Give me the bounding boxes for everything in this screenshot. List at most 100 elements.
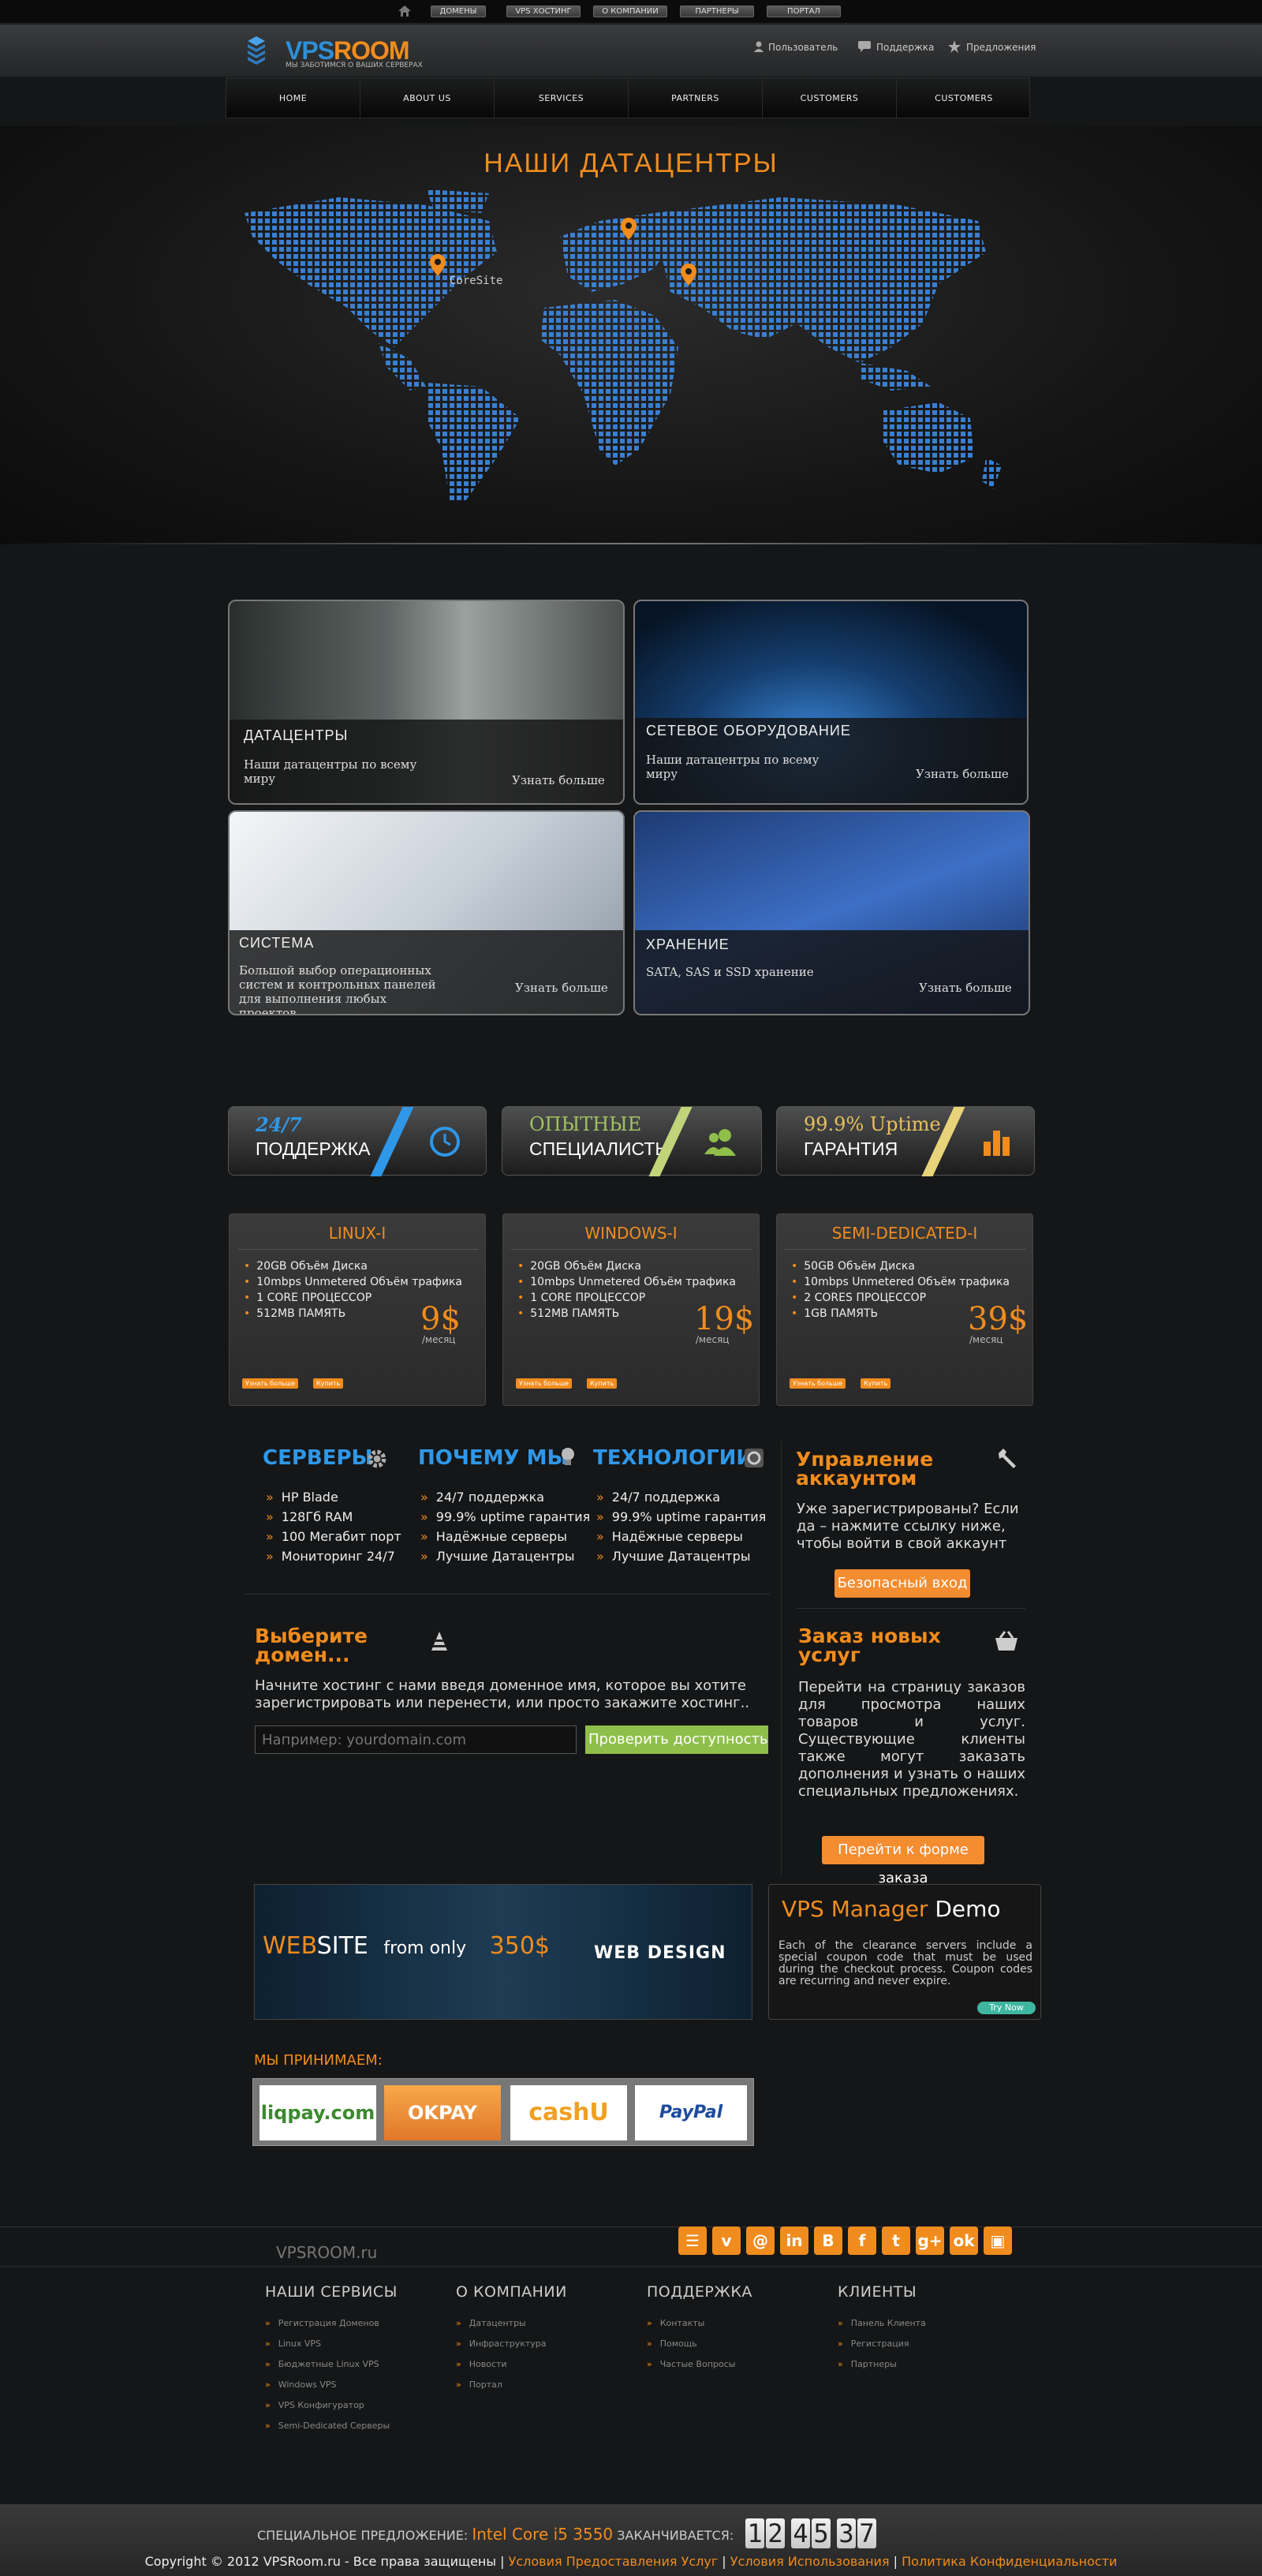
- nav-customers[interactable]: CUSTOMERS: [763, 78, 897, 119]
- footer-link[interactable]: » Регистрация: [838, 2339, 926, 2349]
- check-availability-button[interactable]: Проверить доступность: [585, 1725, 768, 1754]
- feature-system[interactable]: СИСТЕМА Большой выбор операционных систе…: [228, 810, 625, 1015]
- location-pin-icon[interactable]: [681, 264, 696, 286]
- header: [0, 24, 1262, 77]
- facebook-icon[interactable]: f: [848, 2226, 876, 2255]
- special-ends: ЗАКАНЧИВАЕТСЯ:: [617, 2528, 734, 2543]
- plan-title-rule: [511, 1249, 752, 1250]
- banner-text: WEBSITE from only 350$: [263, 1932, 550, 1960]
- usage-link[interactable]: Условия Использования: [730, 2554, 890, 2569]
- footer-col-title: ПОДДЕРЖКА: [647, 2283, 752, 2301]
- feature-more-link[interactable]: Узнать больше: [512, 773, 605, 787]
- footer-link[interactable]: » Портал: [456, 2380, 567, 2390]
- plan-more-button[interactable]: Узнать больше: [790, 1378, 846, 1389]
- feature-datacenters[interactable]: ДАТАЦЕНТРЫ Наши датацентры по всему миру…: [228, 600, 625, 805]
- plan-more-button[interactable]: Узнать больше: [516, 1378, 573, 1389]
- order-form-button[interactable]: Перейти к форме заказа: [822, 1836, 984, 1886]
- footer-link[interactable]: » Партнеры: [838, 2359, 926, 2369]
- plan-more-button[interactable]: Узнать больше: [242, 1378, 299, 1389]
- footer-link[interactable]: » Windows VPS: [265, 2380, 398, 2390]
- twitter-icon[interactable]: t: [882, 2226, 910, 2255]
- countdown-digit: 5: [812, 2518, 831, 2548]
- cone-icon: [431, 1632, 447, 1651]
- column-divider: [781, 1441, 782, 1875]
- footer-link[interactable]: » Частые Вопросы: [647, 2359, 752, 2369]
- feature-desc: Наши датацентры по всему миру: [244, 757, 417, 786]
- topbar-link-about[interactable]: О КОМПАНИИ: [593, 6, 667, 17]
- footer-link[interactable]: » Панель Клиента: [838, 2318, 926, 2328]
- location-pin-icon[interactable]: [621, 218, 637, 240]
- topbar-link-vps[interactable]: VPS ХОСТИНГ: [506, 6, 581, 17]
- badge-line2: СПЕЦИАЛИСТЫ: [529, 1138, 671, 1159]
- special-label: СПЕЦИАЛЬНОЕ ПРЕДЛОЖЕНИЕ:: [257, 2528, 469, 2543]
- nav-about[interactable]: ABOUT US: [360, 78, 495, 119]
- feature-more-link[interactable]: Узнать больше: [916, 767, 1009, 781]
- map-title: НАШИ ДАТАЦЕНТРЫ: [484, 148, 778, 178]
- plan-period: /месяц: [696, 1334, 730, 1345]
- footer-link[interactable]: » Регистрация Доменов: [265, 2318, 398, 2328]
- banner-web: WEB: [263, 1932, 317, 1960]
- email-icon[interactable]: @: [746, 2226, 775, 2255]
- offers-link[interactable]: Предложения: [966, 42, 1036, 53]
- try-now-button[interactable]: Try Now: [977, 2002, 1036, 2014]
- footer-link[interactable]: » Бюджетные Linux VPS: [265, 2359, 398, 2369]
- main-nav: HOME ABOUT US SERVICES PARTNERS CUSTOMER…: [226, 77, 1031, 119]
- footer-col-title: О КОМПАНИИ: [456, 2283, 567, 2301]
- plan-buy-button[interactable]: Купить: [313, 1378, 344, 1389]
- support-link[interactable]: Поддержка: [876, 42, 934, 53]
- footer-link[interactable]: » Новости: [456, 2359, 567, 2369]
- plan-buy-button[interactable]: Купить: [861, 1378, 891, 1389]
- footer-link[interactable]: » VPS Конфигуратор: [265, 2400, 398, 2410]
- office-icon[interactable]: ▣: [984, 2226, 1012, 2255]
- special-product: Intel Core i5 3550: [472, 2525, 614, 2544]
- footer-link[interactable]: » Датацентры: [456, 2318, 567, 2328]
- nav-home[interactable]: HOME: [226, 78, 360, 119]
- linkedin-icon[interactable]: in: [780, 2226, 808, 2255]
- topbar-link-portal[interactable]: ПОРТАЛ: [767, 6, 841, 17]
- footer-link[interactable]: » Контакты: [647, 2318, 752, 2328]
- list-item: » Надёжные серверы: [596, 1529, 743, 1544]
- order-text: Перейти на страницу заказов для просмотр…: [798, 1679, 1025, 1800]
- logo-cube-icon: [248, 36, 265, 65]
- nav-customers-2[interactable]: CUSTOMERS: [897, 78, 1031, 119]
- list-item: » 100 Мегабит порт: [266, 1529, 401, 1544]
- home-icon[interactable]: [398, 5, 412, 17]
- odnoklassniki-icon[interactable]: ok: [950, 2226, 978, 2255]
- feature-more-link[interactable]: Узнать больше: [515, 981, 608, 995]
- footer-link[interactable]: » Semi-Dedicated Серверы: [265, 2421, 398, 2431]
- clock-icon: [430, 1127, 460, 1157]
- rss-icon[interactable]: ☰: [678, 2226, 707, 2255]
- order-heading: Заказ новых услуг: [798, 1624, 941, 1666]
- plan-period: /месяц: [969, 1334, 1003, 1345]
- plan-feature: • 512MB ПАМЯТЬ: [244, 1307, 346, 1320]
- nav-services[interactable]: SERVICES: [495, 78, 629, 119]
- user-link[interactable]: Пользователь: [768, 42, 838, 53]
- topbar-link-domains[interactable]: ДОМЕНЫ: [431, 6, 486, 17]
- vimeo-icon[interactable]: v: [712, 2226, 741, 2255]
- plan-period: /месяц: [422, 1334, 456, 1345]
- list-item: » Надёжные серверы: [420, 1529, 567, 1544]
- footer-link[interactable]: » Помощь: [647, 2339, 752, 2349]
- privacy-link[interactable]: Политика Конфиденциальности: [902, 2554, 1117, 2569]
- web-design-banner[interactable]: WEBSITE from only 350$ WEB DESIGN: [254, 1884, 752, 2020]
- countdown-digit: 7: [857, 2518, 876, 2548]
- secure-login-button[interactable]: Безопасный вход: [834, 1569, 970, 1598]
- googleplus-icon[interactable]: g+: [916, 2226, 944, 2255]
- footer-link[interactable]: » Linux VPS: [265, 2339, 398, 2349]
- topbar-link-partners[interactable]: ПАРТНЕРЫ: [680, 6, 754, 17]
- badge-support: 24/7 ПОДДЕРЖКА: [228, 1106, 487, 1176]
- feature-network[interactable]: СЕТЕВОЕ ОБОРУДОВАНИЕ Наши датацентры по …: [633, 600, 1029, 805]
- blogger-icon[interactable]: B: [814, 2226, 842, 2255]
- plan-price: 9$: [420, 1301, 461, 1337]
- plan-feature: • 20GB Объём Диска: [517, 1260, 641, 1273]
- footer-link[interactable]: » Инфраструктура: [456, 2339, 567, 2349]
- plan-buy-button[interactable]: Купить: [587, 1378, 618, 1389]
- location-pin-icon[interactable]: [430, 254, 446, 276]
- feature-title: ХРАНЕНИЕ: [646, 937, 730, 952]
- domain-search-input[interactable]: [255, 1725, 577, 1754]
- nav-partners[interactable]: PARTNERS: [629, 78, 763, 119]
- feature-storage[interactable]: ХРАНЕНИЕ SATA, SAS и SSD хранение Узнать…: [633, 810, 1030, 1015]
- feature-more-link[interactable]: Узнать больше: [919, 981, 1012, 995]
- copyright-line: Copyright © 2012 VPSRoom.ru - Все права …: [144, 2554, 1118, 2569]
- terms-link[interactable]: Условия Предоставления Услуг: [509, 2554, 719, 2569]
